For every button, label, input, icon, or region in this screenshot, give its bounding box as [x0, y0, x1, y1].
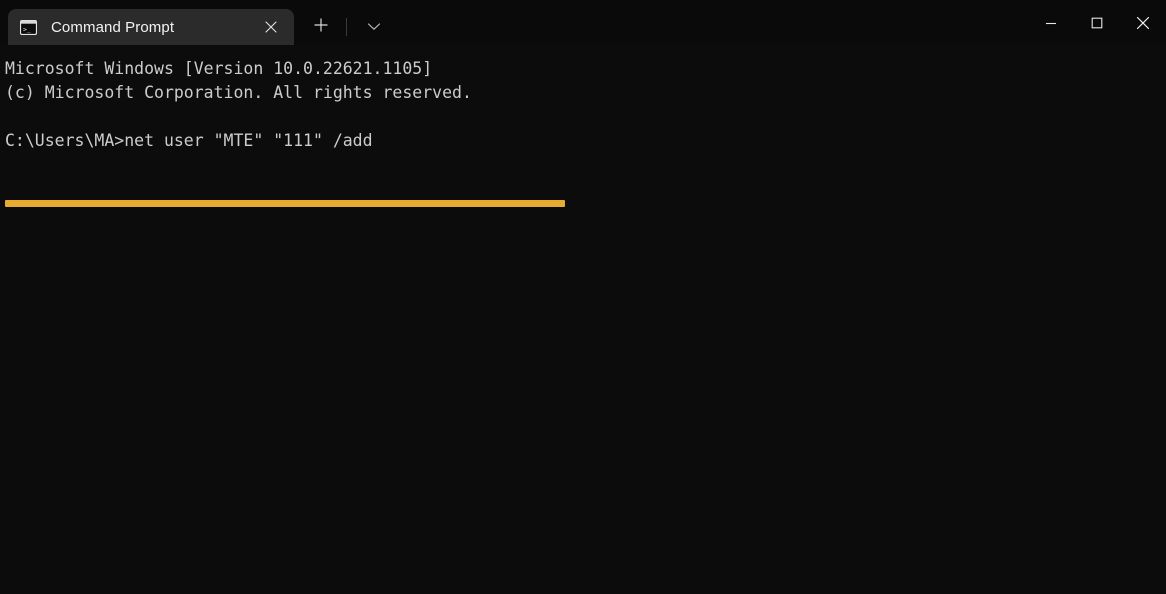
close-button[interactable] [1120, 0, 1166, 45]
close-icon [1136, 16, 1150, 30]
tab-dropdown-button[interactable] [359, 13, 389, 41]
minimize-icon [1045, 17, 1057, 29]
command-prompt-window: >_ Command Prompt Microsoft Windows [Ver… [0, 0, 1166, 594]
tab-command-prompt[interactable]: >_ Command Prompt [8, 9, 294, 45]
plus-icon [314, 17, 328, 37]
maximize-icon [1091, 17, 1103, 29]
terminal-output[interactable]: Microsoft Windows [Version 10.0.22621.11… [0, 45, 1166, 594]
tab-strip: >_ Command Prompt [0, 0, 389, 45]
svg-text:>_: >_ [23, 25, 31, 33]
minimize-button[interactable] [1028, 0, 1074, 45]
chevron-down-icon [367, 18, 381, 36]
title-bar: >_ Command Prompt [0, 0, 1166, 45]
terminal-line-version: Microsoft Windows [Version 10.0.22621.11… [5, 59, 433, 78]
tab-close-icon[interactable] [256, 13, 286, 41]
window-controls [1028, 0, 1166, 45]
new-tab-button[interactable] [306, 13, 336, 41]
terminal-line-command: C:\Users\MA>net user "MTE" "111" /add [5, 131, 373, 150]
command-highlight-bar [5, 200, 565, 207]
maximize-button[interactable] [1074, 0, 1120, 45]
tabstrip-divider [346, 18, 347, 36]
console-icon: >_ [19, 19, 38, 35]
tab-title: Command Prompt [51, 18, 175, 36]
terminal-line-copyright: (c) Microsoft Corporation. All rights re… [5, 83, 472, 102]
